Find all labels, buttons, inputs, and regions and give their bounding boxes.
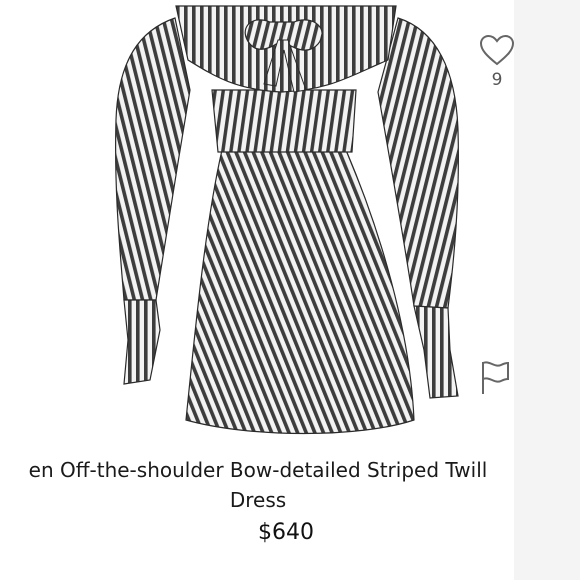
skirt — [185, 149, 415, 435]
striped-dress-illustration — [115, 5, 459, 435]
report-flag[interactable] — [479, 360, 511, 400]
product-title-line-1: en Off-the-shoulder Bow-detailed Striped… — [28, 458, 488, 482]
product-image[interactable] — [0, 0, 514, 440]
flag-outline-icon[interactable] — [479, 360, 511, 396]
like-count: 9 — [491, 70, 503, 90]
right-cuff-tie — [413, 305, 459, 399]
like-area[interactable]: 9 — [472, 34, 514, 90]
left-cuff-tie — [123, 299, 161, 385]
product-price: $640 — [258, 520, 314, 545]
product-card[interactable]: 9 en Off-the-shoulder Bow-detailed Strip… — [0, 0, 514, 580]
waistband — [211, 89, 357, 153]
product-title-line-2: Dress — [229, 488, 287, 512]
right-sleeve — [377, 17, 459, 309]
heart-outline-icon[interactable] — [479, 34, 514, 66]
left-sleeve — [115, 17, 191, 301]
product-title[interactable]: en Off-the-shoulder Bow-detailed Striped… — [0, 455, 514, 515]
